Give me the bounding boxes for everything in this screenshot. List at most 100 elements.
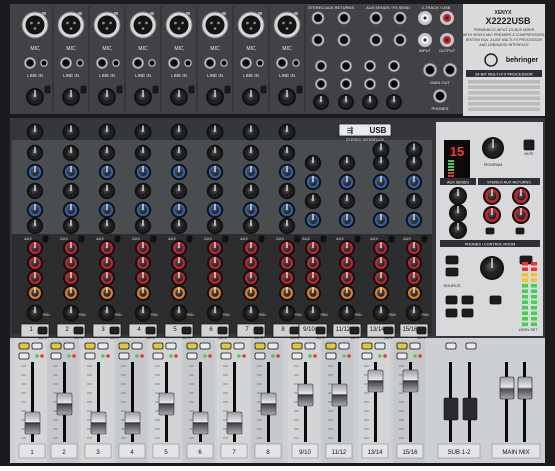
eq-knob[interactable] bbox=[62, 144, 80, 162]
pan-knob[interactable] bbox=[170, 304, 188, 322]
insert-jack[interactable] bbox=[112, 59, 120, 67]
rca-jack[interactable] bbox=[440, 11, 454, 25]
fx-program-knob[interactable] bbox=[482, 137, 504, 159]
mute-button[interactable] bbox=[315, 326, 326, 335]
solo-button[interactable] bbox=[186, 342, 198, 350]
eq-knob[interactable] bbox=[405, 192, 423, 210]
eq-knob[interactable] bbox=[134, 182, 152, 200]
mute-button[interactable] bbox=[181, 326, 192, 335]
eq-switch[interactable] bbox=[222, 235, 229, 243]
compressor-knob[interactable] bbox=[62, 123, 80, 141]
phones-jack[interactable] bbox=[433, 89, 447, 103]
low-cut-switch[interactable] bbox=[224, 85, 231, 94]
eq-knob[interactable] bbox=[26, 163, 44, 181]
mic-input-xlr[interactable] bbox=[165, 11, 193, 39]
pan-knob[interactable] bbox=[62, 304, 80, 322]
master-aux-send-knob[interactable] bbox=[449, 187, 467, 205]
line-input-jack[interactable] bbox=[96, 57, 108, 69]
compressor-knob[interactable] bbox=[206, 123, 224, 141]
aux-send-knob[interactable] bbox=[99, 240, 115, 256]
main-mix-fader[interactable] bbox=[499, 376, 515, 400]
return-switch[interactable] bbox=[485, 227, 495, 235]
aux-send-knob[interactable] bbox=[243, 240, 259, 256]
pan-knob[interactable] bbox=[134, 304, 152, 322]
stereo-line-jack[interactable] bbox=[388, 60, 400, 72]
sub-assign-button[interactable] bbox=[199, 342, 211, 350]
rca-jack[interactable] bbox=[418, 11, 432, 25]
eq-knob[interactable] bbox=[170, 201, 188, 219]
fx-send-knob[interactable] bbox=[339, 285, 355, 301]
mute-button[interactable] bbox=[349, 326, 360, 335]
gain-knob[interactable] bbox=[62, 88, 80, 106]
main-mix-button[interactable] bbox=[489, 295, 502, 305]
solo-button[interactable] bbox=[396, 342, 408, 350]
eq-low-knob[interactable] bbox=[242, 217, 260, 235]
mute-button[interactable] bbox=[109, 326, 120, 335]
main-assign-button[interactable] bbox=[220, 352, 232, 360]
low-cut-switch[interactable] bbox=[260, 85, 267, 94]
eq-switch[interactable] bbox=[42, 235, 49, 243]
sub-assign-button[interactable] bbox=[304, 342, 316, 350]
aux-send-knob[interactable] bbox=[406, 270, 422, 286]
sub-assign-button[interactable] bbox=[267, 342, 279, 350]
stereo-line-jack[interactable] bbox=[364, 78, 376, 90]
eq-knob[interactable] bbox=[206, 182, 224, 200]
eq-low-knob[interactable] bbox=[170, 217, 188, 235]
main-assign-button[interactable] bbox=[152, 352, 164, 360]
solo-button[interactable] bbox=[118, 342, 130, 350]
eq-knob[interactable] bbox=[242, 144, 260, 162]
mic-input-xlr[interactable] bbox=[129, 11, 157, 39]
solo-button[interactable] bbox=[291, 342, 303, 350]
sub-assign-button[interactable] bbox=[97, 342, 109, 350]
aux-send-knob[interactable] bbox=[279, 240, 295, 256]
aux-return-knob[interactable] bbox=[512, 206, 530, 224]
eq-knob[interactable] bbox=[242, 182, 260, 200]
sub-assign-button[interactable] bbox=[338, 342, 350, 350]
insert-jack[interactable] bbox=[292, 59, 300, 67]
main-mix-fader[interactable] bbox=[517, 376, 533, 400]
main-assign-button[interactable] bbox=[291, 352, 303, 360]
insert-jack[interactable] bbox=[184, 59, 192, 67]
pan-knob[interactable] bbox=[242, 304, 260, 322]
return-switch[interactable] bbox=[515, 227, 525, 235]
fx-send-knob[interactable] bbox=[279, 285, 295, 301]
eq-knob[interactable] bbox=[372, 173, 390, 191]
aux-send-knob[interactable] bbox=[305, 240, 321, 256]
eq-knob[interactable] bbox=[338, 211, 356, 229]
compressor-knob[interactable] bbox=[170, 123, 188, 141]
eq-knob[interactable] bbox=[338, 173, 356, 191]
eq-knob[interactable] bbox=[206, 201, 224, 219]
aux-send-knob[interactable] bbox=[99, 270, 115, 286]
compressor-knob[interactable] bbox=[278, 123, 296, 141]
eq-knob[interactable] bbox=[170, 182, 188, 200]
aux-send-knob[interactable] bbox=[339, 240, 355, 256]
eq-knob[interactable] bbox=[62, 182, 80, 200]
pan-knob[interactable] bbox=[338, 304, 356, 322]
gain-knob[interactable] bbox=[170, 88, 188, 106]
aux-send-knob[interactable] bbox=[406, 240, 422, 256]
mute-button[interactable] bbox=[416, 326, 427, 335]
eq-switch[interactable] bbox=[114, 235, 121, 243]
aux-send-knob[interactable] bbox=[171, 270, 187, 286]
aux-send-knob[interactable] bbox=[339, 255, 355, 271]
main-out-jack[interactable] bbox=[443, 63, 457, 77]
rca-jack[interactable] bbox=[418, 33, 432, 47]
fx-send-knob[interactable] bbox=[63, 285, 79, 301]
line-input-jack[interactable] bbox=[60, 57, 72, 69]
mic-input-xlr[interactable] bbox=[237, 11, 265, 39]
pan-knob[interactable] bbox=[206, 304, 224, 322]
line-input-jack[interactable] bbox=[168, 57, 180, 69]
solo-button[interactable] bbox=[84, 342, 96, 350]
mute-button[interactable] bbox=[289, 326, 300, 335]
sub-fader[interactable] bbox=[462, 397, 478, 421]
aux-send-knob[interactable] bbox=[171, 255, 187, 271]
main-assign-button[interactable] bbox=[325, 352, 337, 360]
fx-send-knob[interactable] bbox=[373, 285, 389, 301]
routing-button[interactable] bbox=[461, 295, 474, 305]
sub-assign-button[interactable] bbox=[374, 342, 386, 350]
aux-send-knob[interactable] bbox=[207, 255, 223, 271]
mute-button[interactable] bbox=[253, 326, 264, 335]
eq-knob[interactable] bbox=[304, 192, 322, 210]
eq-knob[interactable] bbox=[405, 154, 423, 172]
aux-send-knob[interactable] bbox=[305, 270, 321, 286]
